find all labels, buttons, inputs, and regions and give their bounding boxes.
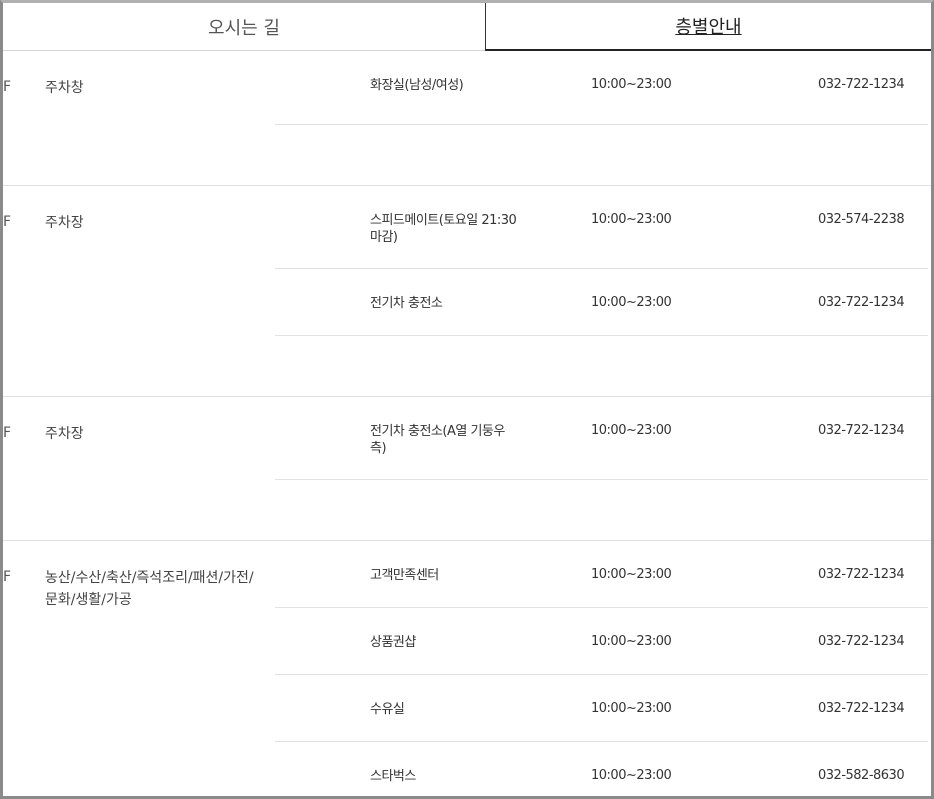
facility-name: 고객만족센터 [370,568,439,583]
table-row: 수유실 10:00~23:00 032-722-1234 [275,675,928,742]
facility-name: 스타벅스 [370,769,416,784]
opening-hours: 10:00~23:00 [591,567,672,582]
tab-bar: 오시는 길 층별안내 [3,3,931,51]
facility-name: 전기차 충전소 [370,296,443,311]
opening-hours: 10:00~23:00 [591,212,672,227]
phone-number: 032-722-1234 [818,423,905,438]
table-row: 고객만족센터 10:00~23:00 032-722-1234 [275,541,928,608]
table-row: 스피드메이트(토요일 21:30마감) 10:00~23:00 032-574-… [275,186,928,269]
opening-hours: 10:00~23:00 [591,634,672,649]
table-row: 화장실(남성/여성) 10:00~23:00 032-722-1234 [275,51,928,125]
phone-number: 032-722-1234 [818,295,905,310]
table-row: 상품권샵 10:00~23:00 032-722-1234 [275,608,928,675]
phone-number: 032-722-1234 [818,567,905,582]
floor-name: 주차창 [45,80,84,96]
floor-code: F [3,79,12,95]
opening-hours: 10:00~23:00 [591,423,672,438]
phone-number: 032-574-2238 [818,212,905,227]
table-row: 전기차 충전소 10:00~23:00 032-722-1234 [275,269,928,336]
floor-name: 주차장 [45,215,84,231]
opening-hours: 10:00~23:00 [591,295,672,310]
table-row: 전기차 충전소(A열 기둥우측) 10:00~23:00 032-722-123… [275,397,928,480]
phone-number: 032-582-8630 [818,768,905,783]
facility-name: 스피드메이트(토요일 21:30마감) [370,213,517,245]
facility-name: 상품권샵 [370,635,416,650]
floor-name: 농산/수산/축산/즉석조리/패션/가전/문화/생활/가공 [45,570,254,608]
phone-number: 032-722-1234 [818,701,905,716]
opening-hours: 10:00~23:00 [591,701,672,716]
table-row [275,336,928,396]
phone-number: 032-722-1234 [818,77,905,92]
tab-directions[interactable]: 오시는 길 [3,3,485,51]
tab-floor-guide[interactable]: 층별안내 [485,3,931,51]
floor-code: F [3,569,12,585]
table-row: 스타벅스 10:00~23:00 032-582-8630 [275,742,928,796]
facility-name: 수유실 [370,702,405,717]
floor-name: 주차장 [45,426,84,442]
facility-name: 화장실(남성/여성) [370,78,464,93]
table-row [275,125,928,185]
phone-number: 032-722-1234 [818,634,905,649]
table-row [275,480,928,540]
floor-code: F [3,425,12,441]
facility-name: 전기차 충전소(A열 기둥우측) [370,424,505,456]
opening-hours: 10:00~23:00 [591,768,672,783]
floor-code: F [3,214,12,230]
opening-hours: 10:00~23:00 [591,77,672,92]
